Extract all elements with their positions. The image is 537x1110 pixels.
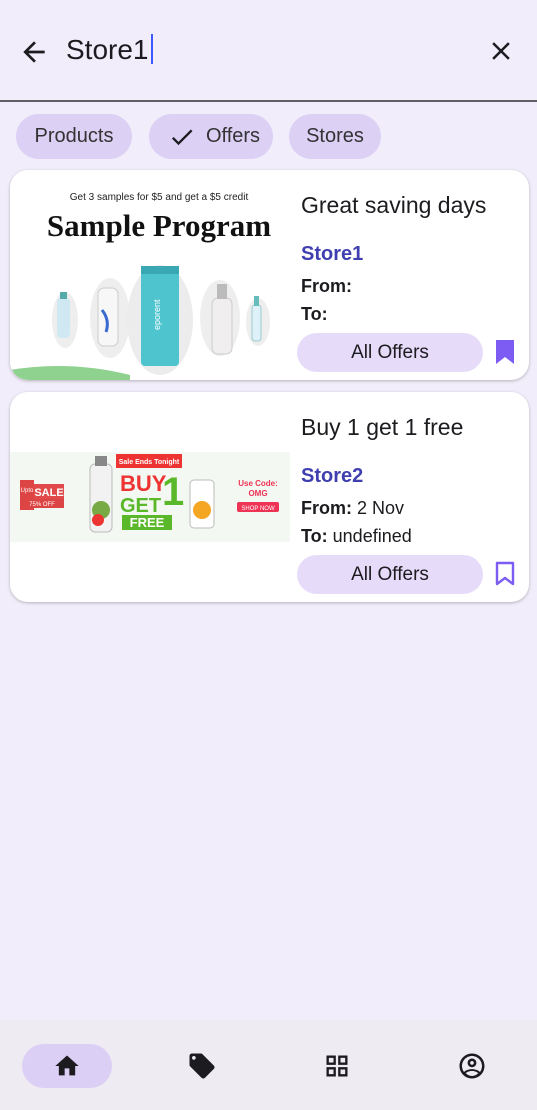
nav-account[interactable] [427, 1044, 517, 1088]
close-icon[interactable] [486, 36, 516, 66]
chip-offers[interactable]: Offers [149, 114, 273, 159]
nav-categories[interactable] [292, 1044, 382, 1088]
offer-to: To: [301, 304, 328, 325]
back-arrow-icon[interactable] [18, 36, 50, 68]
home-icon [55, 1055, 79, 1076]
offer-title: Great saving days [301, 192, 487, 218]
from-value: 2 Nov [352, 498, 405, 518]
to-label: To: [301, 526, 328, 546]
banner-cta: SHOP NOW [241, 506, 275, 512]
banner-headline: Sample Program [47, 208, 271, 243]
banner-side-small: Upto [21, 488, 34, 494]
offer-from: From: [301, 276, 352, 297]
offer-title: Buy 1 get 1 free [301, 414, 464, 440]
nav-home[interactable] [22, 1044, 112, 1088]
all-offers-label: All Offers [351, 341, 429, 363]
banner-ribbon: Sale Ends Tonight [119, 459, 180, 466]
search-input[interactable]: Store1 [66, 34, 153, 66]
offer-to: To: undefined [301, 526, 412, 547]
chip-stores-label: Stores [306, 125, 364, 147]
banner-sale: SALE [34, 487, 63, 499]
banner-promo-top: BUY [120, 471, 167, 496]
search-query: Store1 [66, 34, 149, 65]
from-label: From: [301, 498, 352, 518]
offer-from: From: 2 Nov [301, 498, 404, 519]
check-icon [171, 129, 193, 145]
banner-promo-number: 1 [162, 470, 184, 514]
offer-card[interactable]: Get 3 samples for $5 and get a $5 credit… [10, 170, 529, 380]
offer-card[interactable]: Upto SALE 75% OFF Sale Ends Tonight BUY … [10, 392, 529, 602]
chip-products[interactable]: Products [16, 114, 132, 159]
banner-code-label: Use Code: [238, 479, 278, 488]
bookmark-outline-icon[interactable] [494, 561, 516, 587]
bottom-navigation [0, 1020, 537, 1110]
banner-promo-mid: GET [120, 495, 161, 517]
chip-offers-label: Offers [205, 125, 261, 147]
chip-products-label: Products [34, 125, 114, 147]
offer-banner-image: Upto SALE 75% OFF Sale Ends Tonight BUY … [10, 392, 290, 602]
banner-code-value: OMG [248, 489, 267, 498]
tag-icon [189, 1053, 215, 1079]
nav-offers[interactable] [157, 1044, 247, 1088]
text-caret [150, 34, 153, 64]
chip-stores[interactable]: Stores [289, 114, 381, 159]
offer-store-link[interactable]: Store1 [301, 243, 363, 266]
all-offers-label: All Offers [351, 563, 429, 585]
banner-product-brand: eporent [152, 299, 162, 330]
banner-side-small2: 75% OFF [29, 502, 55, 508]
offer-store-link[interactable]: Store2 [301, 465, 363, 488]
banner-tagline: Get 3 samples for $5 and get a $5 credit [70, 192, 249, 203]
from-label: From: [301, 276, 352, 296]
all-offers-button[interactable]: All Offers [297, 333, 483, 372]
to-value: undefined [327, 526, 412, 546]
offer-banner-image: Get 3 samples for $5 and get a $5 credit… [10, 170, 290, 380]
bookmark-filled-icon[interactable] [494, 339, 516, 365]
all-offers-button[interactable]: All Offers [297, 555, 483, 594]
search-bar: Store1 [0, 0, 537, 102]
grid-icon [326, 1055, 348, 1077]
to-label: To: [301, 304, 328, 324]
account-icon [459, 1053, 485, 1079]
banner-promo-bottom: FREE [130, 515, 165, 530]
